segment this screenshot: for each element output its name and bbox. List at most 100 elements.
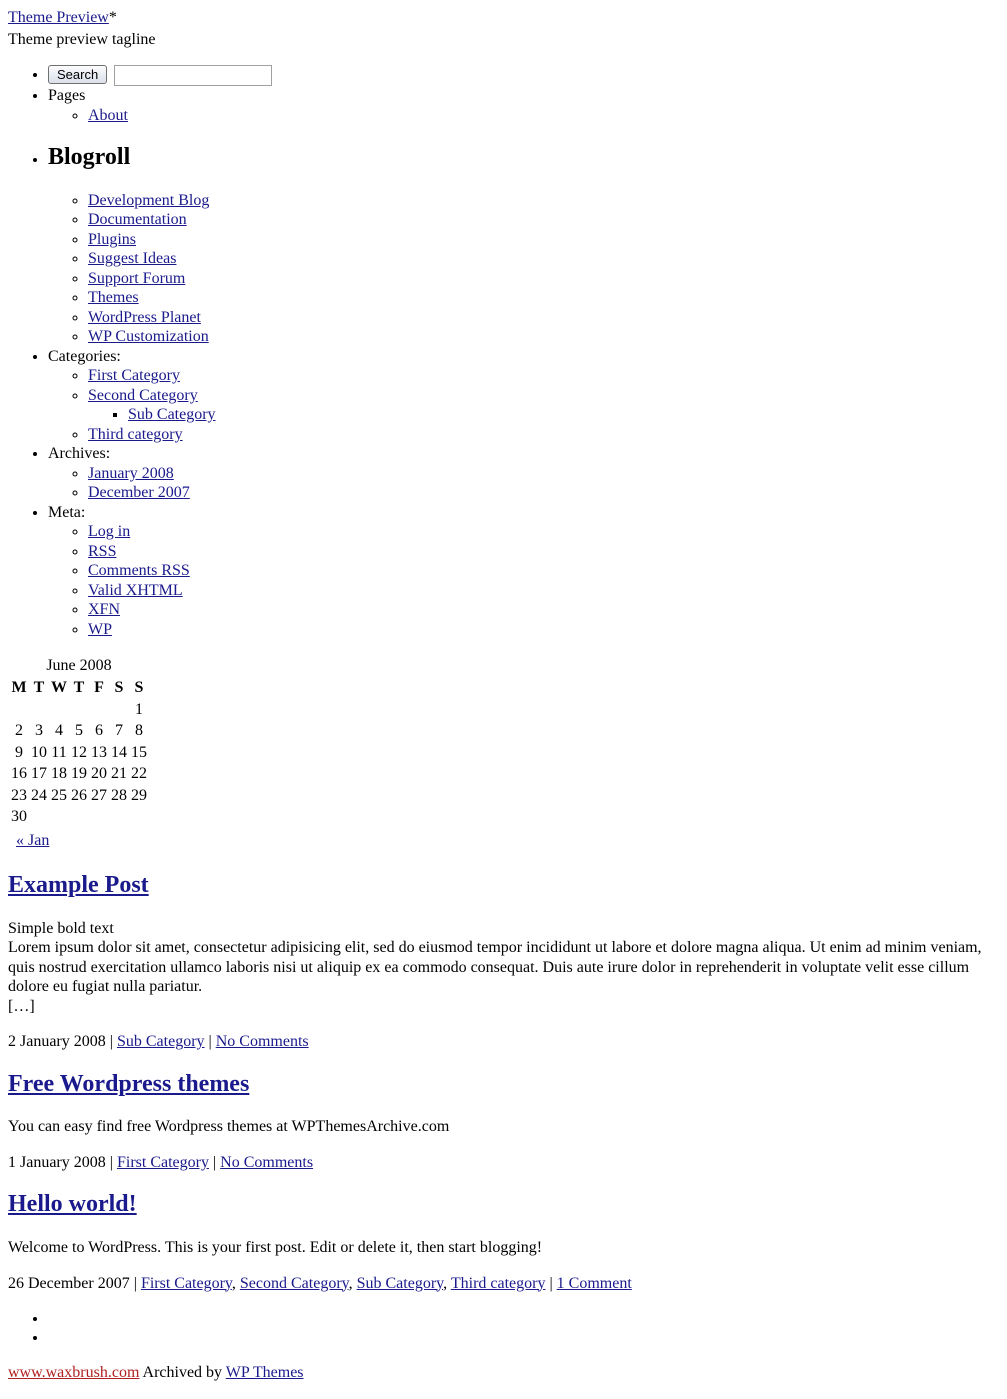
blogroll-link-suggest-ideas[interactable]: Suggest Ideas [88,250,176,267]
meta-link-comments-rss[interactable]: Comments RSS [88,562,190,579]
post-category-link[interactable]: First Category [141,1275,232,1292]
sidebar-categories-label: Categories: [48,347,121,365]
calendar-day: 27 [91,786,107,804]
blogroll-list: Development Blog Documentation Plugins S… [48,191,999,347]
meta-link-rss[interactable]: RSS [88,543,116,560]
sidebar-item-search [48,65,999,87]
post-date: 1 January 2008 [8,1153,106,1171]
page-link-about[interactable]: About [88,107,128,124]
post-title-link[interactable]: Hello world! [8,1191,137,1217]
calendar-day [110,700,128,720]
calendar-widget: June 2008 M T W T F S S 1 2 3 4 5 6 7 8 … [8,656,999,851]
post-category-link[interactable]: First Category [117,1154,209,1171]
list-item: Development Blog [88,191,999,211]
archives-list: January 2008 December 2007 [48,464,999,503]
post-metadata: 2 January 2008 | Sub Category | No Comme… [8,1032,999,1052]
archive-link-december-2007[interactable]: December 2007 [88,484,190,501]
calendar-day: 3 [35,722,43,740]
list-item: Sub Category [128,405,999,425]
sidebar-archives-label: Archives: [48,445,111,463]
meta-link-wp[interactable]: WP [88,621,112,638]
calendar-day: 12 [71,743,87,761]
meta-link-xfn[interactable]: XFN [88,601,120,618]
calendar-day [30,700,48,720]
post-comments-link[interactable]: No Comments [216,1033,309,1050]
search-button[interactable] [48,65,108,85]
post-comments-link[interactable]: 1 Comment [557,1275,632,1292]
calendar-day: 26 [71,786,87,804]
calendar-day: 16 [11,765,27,783]
blogroll-link-plugins[interactable]: Plugins [88,231,136,248]
calendar-day [90,700,108,720]
calendar-table: June 2008 M T W T F S S 1 2 3 4 5 6 7 8 … [8,656,150,829]
site-title-suffix: * [108,9,117,26]
list-item: Support Forum [88,269,999,289]
category-separator: , [348,1274,357,1292]
post-entry: Simple bold text Lorem ipsum dolor sit a… [8,919,999,1017]
calendar-day [50,700,68,720]
list-item: January 2008 [88,464,999,484]
calendar-prev-month-link[interactable]: « Jan [16,832,49,849]
category-link-second-category[interactable]: Second Category [88,387,198,404]
post-title: Hello world! [8,1191,999,1219]
calendar-day [10,700,28,720]
blogroll-link-wp-customization[interactable]: WP Customization [88,328,209,345]
post-title-link[interactable]: Free Wordpress themes [8,1071,249,1097]
post-category-link[interactable]: Second Category [240,1275,349,1292]
search-form [48,65,273,87]
post-category-link[interactable]: Third category [451,1275,546,1292]
category-link-third-category[interactable]: Third category [88,426,183,443]
calendar-weekday: M [11,679,27,697]
post-title: Free Wordpress themes [8,1071,999,1099]
post-body-text: You can easy find free Wordpress themes … [8,1118,450,1136]
calendar-caption: June 2008 [46,656,112,674]
calendar-weekday: S [114,679,124,697]
list-item: Documentation [88,210,999,230]
blogroll-link-wordpress-planet[interactable]: WordPress Planet [88,309,201,326]
archive-link-january-2008[interactable]: January 2008 [88,465,174,482]
post-date: 26 December 2007 [8,1274,130,1292]
post-body-span: Lorem ipsum dolor sit amet, consectetur … [8,939,982,996]
blogroll-link-support-forum[interactable]: Support Forum [88,270,185,287]
search-input[interactable] [114,65,273,87]
calendar-day: 15 [131,743,147,761]
category-link-sub-category[interactable]: Sub Category [128,406,216,423]
blogroll-link-development-blog[interactable]: Development Blog [88,192,209,209]
footer-credit: www.waxbrush.com Archived by WP Themes [8,1363,999,1383]
meta-separator: | [208,1033,212,1051]
footer-nav-item[interactable] [48,1328,999,1347]
category-link-first-category[interactable]: First Category [88,367,180,384]
meta-link-valid-xhtml[interactable]: Valid XHTML [88,582,183,599]
site-title-link[interactable]: Theme Preview [8,9,109,26]
post-comments-link[interactable]: No Comments [220,1154,313,1171]
calendar-weekday: F [94,679,104,697]
subcategories-list: Sub Category [88,405,999,425]
post-date: 2 January 2008 [8,1033,106,1051]
footer-site-link[interactable]: www.waxbrush.com [8,1364,139,1381]
list-item: Log in [88,522,999,542]
meta-separator: | [212,1153,217,1171]
blogroll-heading: Blogroll [48,144,131,171]
meta-separator: | [109,1033,113,1051]
categories-list: First Category Second Category Sub Categ… [48,366,999,444]
calendar-day: 18 [51,765,67,783]
blogroll-link-documentation[interactable]: Documentation [88,211,187,228]
calendar-week-row: 9 10 11 12 13 14 15 [10,743,148,763]
list-item: Third category [88,425,999,445]
post-category-link[interactable]: Sub Category [357,1275,444,1292]
calendar-week-row: 16 17 18 19 20 21 22 [10,764,148,784]
post-title-link[interactable]: Example Post [8,872,149,898]
footer-nav-item[interactable] [48,1309,999,1328]
footer-credit-link[interactable]: WP Themes [226,1364,304,1381]
calendar-day: 19 [71,765,87,783]
blogroll-link-themes[interactable]: Themes [88,289,139,306]
calendar-weekday: S [134,679,144,697]
post-category-link[interactable]: Sub Category [117,1033,205,1050]
sidebar-item-categories: Categories: First Category Second Catego… [48,347,999,445]
post-entry: You can easy find free Wordpress themes … [8,1117,999,1137]
calendar-day [70,807,88,827]
calendar-weekday: T [33,679,45,697]
sidebar-item-pages: Pages About [48,86,999,125]
meta-link-log-in[interactable]: Log in [88,523,130,540]
calendar-week-row: 23 24 25 26 27 28 29 [10,786,148,806]
